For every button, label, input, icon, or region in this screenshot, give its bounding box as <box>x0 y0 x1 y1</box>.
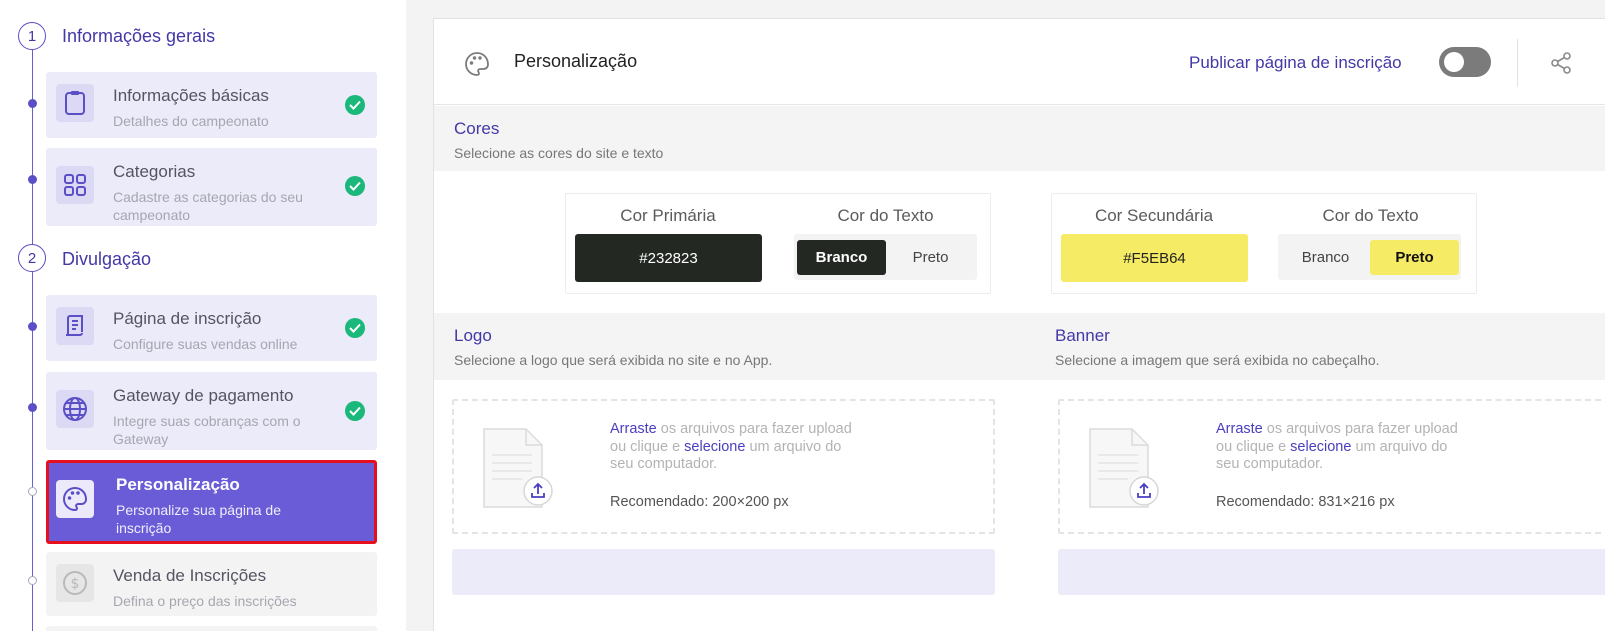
divider <box>1517 39 1518 87</box>
step-number: 2 <box>18 244 46 272</box>
section-title-general: Informações gerais <box>62 26 216 46</box>
sidebar-item-subtitle: Cadastre as categorias do seu campeonato <box>113 189 303 223</box>
sidebar-item-title: Venda de Inscrições <box>113 566 267 585</box>
banner-subtitle: Selecione a imagem que será exibida no c… <box>1055 352 1380 368</box>
sidebar-item-subtitle: Configure suas vendas online <box>113 336 298 352</box>
receipt-icon <box>56 307 94 345</box>
timeline-line <box>32 50 33 258</box>
sidebar-item-subtitle: Personalize sua página de inscrição <box>116 502 282 536</box>
file-upload-icon <box>1088 427 1159 509</box>
share-icon[interactable] <box>1549 51 1573 80</box>
sidebar-item-venda-inscricoes[interactable]: $ Venda de Inscrições Defina o preço das… <box>46 552 377 616</box>
select-link[interactable]: selecione <box>684 439 745 455</box>
colors-section-header: Cores Selecione as cores do site e texto <box>434 106 1605 171</box>
primary-color-group: Cor Primária #232823 Cor do Texto Branco… <box>565 193 991 294</box>
palette-icon <box>464 51 490 82</box>
clipboard-icon <box>56 84 94 122</box>
primary-text-branco-option[interactable]: Branco <box>797 240 886 275</box>
logo-preview-bar <box>452 549 995 595</box>
secondary-text-preto-option[interactable]: Preto <box>1370 240 1459 275</box>
sidebar-item-subtitle: Detalhes do campeonato <box>113 113 269 129</box>
file-upload-icon <box>482 427 553 509</box>
secondary-color-swatch[interactable]: #F5EB64 <box>1061 234 1248 282</box>
secondary-text-color-toggle: Branco Preto <box>1278 234 1461 280</box>
timeline-dot <box>28 322 37 331</box>
primary-color-swatch[interactable]: #232823 <box>575 234 762 282</box>
page-title: Personalização <box>514 51 638 71</box>
secondary-color-label: Cor Secundária <box>1094 206 1214 225</box>
primary-color-label: Cor Primária <box>620 206 716 225</box>
logo-subtitle: Selecione a logo que será exibida no sit… <box>454 352 773 368</box>
grid-icon <box>56 166 94 204</box>
sidebar-item-title: Gateway de pagamento <box>113 386 294 405</box>
timeline-dot <box>28 175 37 184</box>
timeline-dot <box>28 403 37 412</box>
sidebar-item-title: Página de inscrição <box>113 309 262 328</box>
sidebar-item-gateway-pagamento[interactable]: Gateway de pagamento Integre suas cobran… <box>46 372 377 450</box>
sidebar-item-next[interactable] <box>46 626 377 631</box>
timeline-dot <box>28 576 37 585</box>
secondary-text-branco-option[interactable]: Branco <box>1281 240 1370 275</box>
banner-recommended-size: Recomendado: 831×216 px <box>1216 494 1395 510</box>
primary-text-preto-option[interactable]: Preto <box>886 240 975 275</box>
dollar-icon: $ <box>56 564 94 602</box>
select-link[interactable]: selecione <box>1290 439 1351 455</box>
sidebar-item-subtitle: Integre suas cobranças com o Gateway <box>113 413 301 447</box>
step-number: 1 <box>18 22 46 50</box>
banner-title: Banner <box>1055 326 1110 345</box>
media-section-header: Logo Selecione a logo que será exibida n… <box>434 313 1605 380</box>
sidebar: 1 Informações gerais Informações básicas… <box>0 0 406 631</box>
toggle-knob <box>1444 52 1464 72</box>
check-icon <box>345 318 365 338</box>
globe-icon <box>56 390 94 428</box>
timeline-dot <box>28 487 37 496</box>
check-icon <box>345 401 365 421</box>
section-title-divulgacao: Divulgação <box>62 249 152 269</box>
svg-text:$: $ <box>71 576 80 592</box>
sidebar-item-categorias[interactable]: Categorias Cadastre as categorias do seu… <box>46 148 377 226</box>
personalization-card: Personalização Publicar página de inscri… <box>433 18 1605 631</box>
logo-dropzone[interactable]: Arraste os arquivos para fazer upload ou… <box>452 399 995 534</box>
secondary-color-group: Cor Secundária #F5EB64 Cor do Texto Bran… <box>1051 193 1477 294</box>
publish-label[interactable]: Publicar página de inscrição <box>1189 53 1402 73</box>
drag-link[interactable]: Arraste <box>1216 421 1263 437</box>
colors-title: Cores <box>454 119 500 138</box>
card-header: Personalização Publicar página de inscri… <box>434 19 1605 105</box>
sidebar-item-informacoes-basicas[interactable]: Informações básicas Detalhes do campeona… <box>46 72 377 138</box>
publish-toggle[interactable] <box>1439 47 1491 77</box>
check-icon <box>345 95 365 115</box>
sidebar-item-title: Categorias <box>113 162 196 181</box>
banner-dropzone-instructions: Arraste os arquivos para fazer upload ou… <box>1216 421 1466 474</box>
banner-dropzone[interactable]: Arraste os arquivos para fazer upload ou… <box>1058 399 1605 534</box>
sidebar-item-pagina-inscricao[interactable]: Página de inscrição Configure suas venda… <box>46 295 377 361</box>
sidebar-item-title: Personalização <box>116 475 240 494</box>
sidebar-item-title: Informações básicas <box>113 86 269 105</box>
secondary-text-color-label: Cor do Texto <box>1322 206 1419 225</box>
drag-link[interactable]: Arraste <box>610 421 657 437</box>
primary-text-color-label: Cor do Texto <box>837 206 934 225</box>
timeline-dot <box>28 99 37 108</box>
sidebar-item-subtitle: Defina o preço das inscrições <box>113 593 297 609</box>
primary-text-color-toggle: Branco Preto <box>794 234 977 280</box>
logo-recommended-size: Recomendado: 200×200 px <box>610 494 789 510</box>
sidebar-item-personalizacao[interactable]: Personalização Personalize sua página de… <box>46 460 377 544</box>
check-icon <box>345 176 365 196</box>
logo-title: Logo <box>454 326 492 345</box>
palette-icon <box>56 480 94 518</box>
colors-subtitle: Selecione as cores do site e texto <box>454 145 664 161</box>
banner-preview-bar <box>1058 549 1605 595</box>
logo-dropzone-instructions: Arraste os arquivos para fazer upload ou… <box>610 421 860 474</box>
